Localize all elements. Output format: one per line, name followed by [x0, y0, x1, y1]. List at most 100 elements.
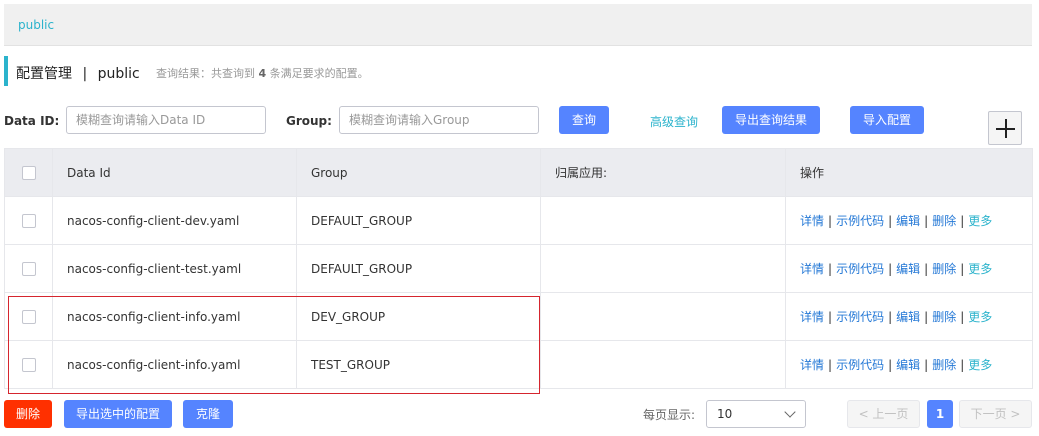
add-config-button[interactable]: [988, 111, 1022, 145]
action-separator: |: [828, 358, 833, 372]
detail-link[interactable]: 详情: [800, 214, 824, 228]
sample-code-link[interactable]: 示例代码: [836, 214, 884, 228]
page-title-label: 配置管理: [16, 66, 72, 82]
column-header-group: Group: [296, 148, 541, 197]
detail-link[interactable]: 详情: [800, 262, 824, 276]
delete-link[interactable]: 删除: [932, 310, 956, 324]
prev-page-button[interactable]: < 上一页: [847, 400, 920, 428]
group-search-input[interactable]: [339, 106, 539, 134]
clone-button[interactable]: 克隆: [183, 400, 233, 428]
action-separator: |: [888, 358, 893, 372]
action-separator: |: [924, 358, 929, 372]
data-id-label: Data ID:: [4, 114, 60, 128]
edit-link[interactable]: 编辑: [896, 310, 920, 324]
sample-code-link[interactable]: 示例代码: [836, 310, 884, 324]
app-cell: [540, 340, 786, 389]
action-separator: |: [888, 262, 893, 276]
action-separator: |: [924, 214, 929, 228]
namespace-link-public[interactable]: public: [18, 18, 54, 32]
row-checkbox[interactable]: [21, 309, 36, 324]
action-separator: |: [888, 310, 893, 324]
batch-delete-button[interactable]: 删除: [4, 400, 52, 428]
action-separator: |: [888, 214, 893, 228]
title-accent-bar: [4, 56, 8, 86]
query-button[interactable]: 查询: [559, 106, 609, 134]
data-id-search-input[interactable]: [66, 106, 266, 134]
table-row: nacos-config-client-test.yaml DEFAULT_GR…: [4, 244, 1033, 293]
hint-suffix: 条满足要求的配置。: [269, 67, 369, 80]
action-separator: |: [960, 310, 965, 324]
app-cell: [540, 196, 786, 245]
more-link[interactable]: 更多: [968, 310, 992, 324]
page-number-current[interactable]: 1: [927, 400, 953, 428]
delete-link[interactable]: 删除: [932, 214, 956, 228]
edit-link[interactable]: 编辑: [896, 358, 920, 372]
row-checkbox-cell: [4, 340, 53, 389]
row-checkbox[interactable]: [21, 261, 36, 276]
page-title: 配置管理 | public: [16, 63, 140, 83]
table-row: nacos-config-client-info.yaml TEST_GROUP…: [4, 340, 1033, 389]
column-header-app: 归属应用:: [540, 148, 786, 197]
row-checkbox[interactable]: [21, 213, 36, 228]
group-cell: DEFAULT_GROUP: [296, 196, 541, 245]
actions-cell: 详情 | 示例代码 | 编辑 | 删除 | 更多: [785, 340, 1033, 389]
action-separator: |: [924, 262, 929, 276]
delete-link[interactable]: 删除: [932, 358, 956, 372]
hint-count: 4: [258, 67, 267, 80]
more-link[interactable]: 更多: [968, 358, 992, 372]
group-cell: DEV_GROUP: [296, 292, 541, 341]
row-checkbox-cell: [4, 196, 53, 245]
group-label: Group:: [286, 114, 332, 128]
edit-link[interactable]: 编辑: [896, 262, 920, 276]
sample-code-link[interactable]: 示例代码: [836, 358, 884, 372]
title-separator: |: [82, 66, 88, 82]
data-id-cell: nacos-config-client-dev.yaml: [52, 196, 297, 245]
header-checkbox-cell: [4, 148, 53, 197]
actions-cell: 详情 | 示例代码 | 编辑 | 删除 | 更多: [785, 196, 1033, 245]
page-title-row: 配置管理 | public 查询结果：共查询到 4 条满足要求的配置。: [4, 56, 1032, 86]
row-checkbox-cell: [4, 244, 53, 293]
actions-cell: 详情 | 示例代码 | 编辑 | 删除 | 更多: [785, 292, 1033, 341]
page-size-label: 每页显示:: [643, 408, 696, 422]
advanced-query-link[interactable]: 高级查询: [650, 113, 698, 130]
table-row: nacos-config-client-dev.yaml DEFAULT_GRO…: [4, 196, 1033, 245]
page-size-select[interactable]: 10: [706, 400, 806, 428]
detail-link[interactable]: 详情: [800, 358, 824, 372]
more-link[interactable]: 更多: [968, 262, 992, 276]
config-table: Data Id Group 归属应用: 操作 nacos-config-clie…: [4, 148, 1033, 389]
export-query-results-button[interactable]: 导出查询结果: [722, 106, 820, 134]
import-config-button[interactable]: 导入配置: [850, 106, 924, 134]
data-id-cell: nacos-config-client-info.yaml: [52, 340, 297, 389]
page-title-namespace: public: [97, 66, 140, 82]
more-link[interactable]: 更多: [968, 214, 992, 228]
action-separator: |: [828, 262, 833, 276]
action-separator: |: [828, 310, 833, 324]
action-separator: |: [960, 214, 965, 228]
query-result-hint: 查询结果：共查询到 4 条满足要求的配置。: [156, 65, 369, 81]
table-header-row: Data Id Group 归属应用: 操作: [4, 148, 1033, 197]
table-row: nacos-config-client-info.yaml DEV_GROUP …: [4, 292, 1033, 341]
namespace-bar: public: [4, 4, 1032, 46]
action-separator: |: [960, 358, 965, 372]
delete-link[interactable]: 删除: [932, 262, 956, 276]
data-id-cell: nacos-config-client-test.yaml: [52, 244, 297, 293]
app-cell: [540, 292, 786, 341]
export-selected-button[interactable]: 导出选中的配置: [64, 400, 172, 428]
action-separator: |: [924, 310, 929, 324]
sample-code-link[interactable]: 示例代码: [836, 262, 884, 276]
row-checkbox-cell: [4, 292, 53, 341]
group-cell: DEFAULT_GROUP: [296, 244, 541, 293]
edit-link[interactable]: 编辑: [896, 214, 920, 228]
select-all-checkbox[interactable]: [21, 165, 36, 180]
action-separator: |: [828, 214, 833, 228]
column-header-actions: 操作: [785, 148, 1033, 197]
detail-link[interactable]: 详情: [800, 310, 824, 324]
next-page-button[interactable]: 下一页 >: [959, 400, 1032, 428]
group-cell: TEST_GROUP: [296, 340, 541, 389]
hint-prefix: 查询结果：共查询到: [156, 67, 255, 80]
actions-cell: 详情 | 示例代码 | 编辑 | 删除 | 更多: [785, 244, 1033, 293]
row-checkbox[interactable]: [21, 357, 36, 372]
data-id-cell: nacos-config-client-info.yaml: [52, 292, 297, 341]
action-separator: |: [960, 262, 965, 276]
chevron-down-icon: [784, 406, 796, 418]
